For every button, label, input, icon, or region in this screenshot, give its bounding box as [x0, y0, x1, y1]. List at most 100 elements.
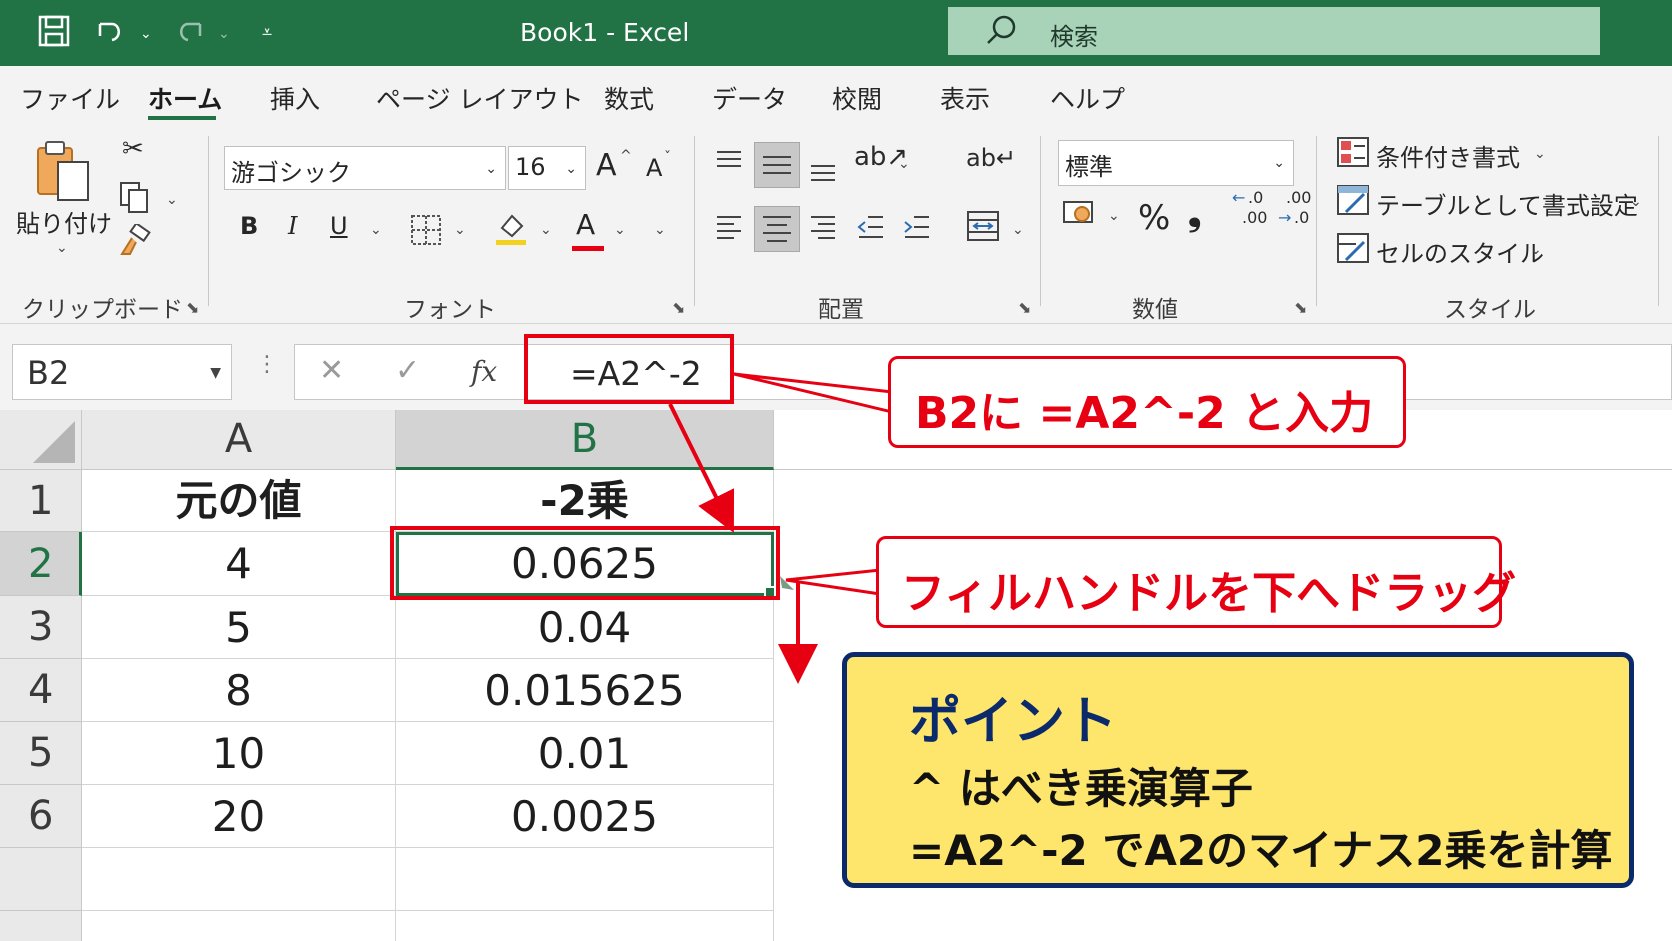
fill-color-dropdown-icon[interactable]: ⌄ [540, 222, 552, 238]
font-color-button[interactable]: A [576, 208, 595, 241]
clipboard-launcher-icon[interactable]: ⬊ [186, 298, 199, 317]
tab-formulas[interactable]: 数式 [604, 80, 654, 116]
insert-function-icon[interactable]: fx [471, 355, 497, 388]
underline-button[interactable]: U [330, 212, 348, 240]
paste-label[interactable]: 貼り付け [16, 204, 112, 239]
redo-icon[interactable] [170, 14, 210, 54]
cell-styles-button[interactable]: セルのスタイル [1376, 234, 1544, 269]
align-bottom-icon[interactable] [808, 156, 838, 191]
name-box[interactable]: B2 ▼ [12, 344, 232, 400]
cell-b4[interactable]: 0.015625 [396, 659, 774, 722]
orientation-dropdown-icon[interactable]: ⌄ [898, 156, 910, 172]
format-as-table-icon[interactable] [1336, 184, 1370, 221]
cell-b5[interactable]: 0.01 [396, 722, 774, 785]
cancel-icon[interactable]: ✕ [319, 353, 344, 388]
conditional-formatting-button[interactable]: 条件付き書式 [1376, 138, 1520, 173]
copy-dropdown-icon[interactable]: ⌄ [166, 192, 178, 208]
number-format-select[interactable]: 標準 ⌄ [1058, 140, 1294, 186]
save-icon[interactable] [34, 14, 74, 54]
undo-icon[interactable] [90, 14, 130, 54]
conditional-formatting-dropdown-icon[interactable]: ⌄ [1534, 146, 1546, 162]
window-title: Book1 - Excel [520, 18, 690, 47]
cell-b8[interactable] [396, 911, 774, 941]
format-painter-icon[interactable] [118, 221, 152, 263]
fill-color-icon[interactable] [494, 210, 528, 251]
copy-icon[interactable] [118, 180, 150, 219]
borders-dropdown-icon[interactable]: ⌄ [454, 222, 466, 238]
increase-indent-icon[interactable] [902, 212, 932, 247]
phonetic-dropdown-icon[interactable]: ⌄ [654, 222, 666, 238]
borders-icon[interactable] [410, 214, 442, 251]
cell-b6[interactable]: 0.0025 [396, 785, 774, 848]
format-as-table-button[interactable]: テーブルとして書式設定 [1376, 186, 1638, 221]
row-header-4[interactable]: 4 [0, 659, 82, 722]
align-top-icon[interactable] [714, 146, 744, 181]
row-header-2[interactable]: 2 [0, 532, 82, 596]
percent-style-button[interactable]: % [1138, 198, 1170, 238]
font-launcher-icon[interactable]: ⬊ [672, 298, 685, 317]
cell-styles-icon[interactable] [1336, 232, 1370, 269]
row-header-1[interactable]: 1 [0, 470, 82, 532]
search-box[interactable]: 検索 [948, 7, 1600, 55]
row-header-3[interactable]: 3 [0, 596, 82, 659]
column-header-b[interactable]: B [396, 410, 774, 470]
name-box-dropdown-icon[interactable]: ▼ [210, 365, 221, 381]
increase-decimal-icon[interactable]: ← .0 .00 [1232, 190, 1276, 234]
cell-b7[interactable] [396, 848, 774, 911]
alignment-launcher-icon[interactable]: ⬊ [1018, 298, 1031, 317]
merge-dropdown-icon[interactable]: ⌄ [1012, 222, 1024, 238]
format-as-table-dropdown-icon[interactable]: ⌄ [1630, 194, 1642, 210]
cell-b1[interactable]: -2乗 [396, 470, 774, 532]
row-header-5[interactable]: 5 [0, 722, 82, 785]
undo-dropdown-icon[interactable]: ⌄ [140, 26, 152, 42]
tab-insert[interactable]: 挿入 [270, 80, 320, 116]
shrink-font-button[interactable]: A [646, 154, 662, 182]
align-right-icon[interactable] [808, 212, 838, 247]
paste-icon[interactable] [34, 140, 94, 207]
conditional-formatting-icon[interactable] [1336, 136, 1370, 173]
font-name-select[interactable]: 游ゴシック ⌄ [224, 146, 506, 190]
customize-quick-access-icon[interactable]: ⩡ [262, 22, 272, 43]
redo-dropdown-icon[interactable]: ⌄ [218, 26, 230, 42]
enter-icon[interactable]: ✓ [395, 353, 420, 388]
font-color-dropdown-icon[interactable]: ⌄ [614, 222, 626, 238]
align-left-icon[interactable] [714, 212, 744, 247]
cell-a4[interactable]: 8 [82, 659, 396, 722]
cell-a6[interactable]: 20 [82, 785, 396, 848]
underline-dropdown-icon[interactable]: ⌄ [370, 222, 382, 238]
column-header-a[interactable]: A [82, 410, 396, 470]
italic-button[interactable]: I [288, 212, 297, 240]
cell-a5[interactable]: 10 [82, 722, 396, 785]
cell-a7[interactable] [82, 848, 396, 911]
tab-file[interactable]: ファイル [20, 80, 120, 116]
decrease-indent-icon[interactable] [856, 212, 886, 247]
comma-style-button[interactable]: ❟ [1188, 194, 1201, 234]
tab-review[interactable]: 校閲 [832, 80, 882, 116]
tab-home[interactable]: ホーム [148, 80, 222, 116]
bold-button[interactable]: B [240, 212, 258, 240]
tab-help[interactable]: ヘルプ [1050, 80, 1125, 116]
tab-view[interactable]: 表示 [940, 80, 990, 116]
accounting-dropdown-icon[interactable]: ⌄ [1108, 208, 1120, 224]
cell-b3[interactable]: 0.04 [396, 596, 774, 659]
align-middle-button[interactable] [754, 142, 800, 188]
cell-a8[interactable] [82, 911, 396, 941]
wrap-text-icon[interactable]: ab↵ [966, 146, 1016, 170]
tab-data[interactable]: データ [712, 80, 787, 116]
cell-a1[interactable]: 元の値 [82, 470, 396, 532]
grow-font-button[interactable]: A [596, 148, 617, 183]
paste-dropdown-icon[interactable]: ⌄ [56, 240, 68, 256]
formula-bar-grip-icon[interactable]: ⋮ [256, 352, 278, 377]
tab-page-layout[interactable]: ページ レイアウト [376, 80, 583, 116]
cell-a3[interactable]: 5 [82, 596, 396, 659]
number-launcher-icon[interactable]: ⬊ [1294, 298, 1307, 317]
cell-a2[interactable]: 4 [82, 532, 396, 596]
cell-styles-dropdown-icon[interactable]: ⌄ [1530, 242, 1542, 258]
accounting-format-icon[interactable] [1062, 196, 1098, 233]
merge-center-icon[interactable] [966, 210, 1000, 247]
cut-icon[interactable]: ✂ [122, 136, 144, 162]
font-size-select[interactable]: 16 ⌄ [508, 146, 586, 190]
select-all-button[interactable] [0, 410, 82, 470]
row-header-6[interactable]: 6 [0, 785, 82, 848]
align-center-button[interactable] [754, 206, 800, 252]
